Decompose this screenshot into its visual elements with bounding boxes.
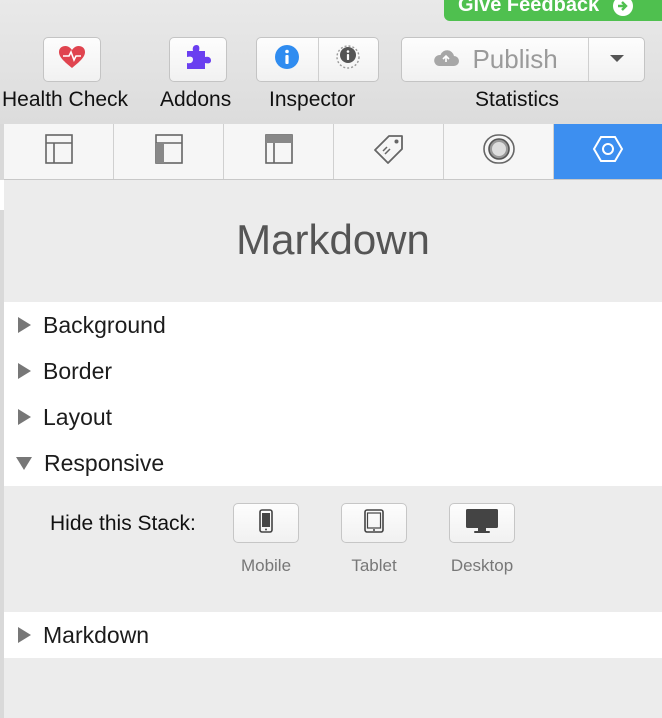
- desktop-monitor-icon: [465, 508, 499, 539]
- circle-target-icon: [482, 134, 515, 169]
- section-background[interactable]: Background: [4, 302, 662, 348]
- chevron-down-icon: [609, 51, 625, 69]
- addons-label: Addons: [160, 88, 232, 111]
- tab-page-layout[interactable]: [4, 124, 114, 179]
- tab-header-layout[interactable]: [224, 124, 334, 179]
- sidebar-layout-icon: [154, 134, 183, 169]
- inspector-detail-button[interactable]: [319, 38, 378, 81]
- hexagon-settings-icon: [592, 135, 624, 168]
- publish-button[interactable]: Publish: [402, 38, 590, 81]
- responsive-panel: Hide this Stack: Mobile Tablet Desktop: [4, 486, 662, 612]
- tag-icon: [372, 133, 406, 170]
- mobile-label: Mobile: [240, 556, 292, 575]
- tab-stack-settings[interactable]: [554, 124, 662, 179]
- health-check-button[interactable]: [43, 37, 101, 82]
- section-border[interactable]: Border: [4, 348, 662, 394]
- hide-mobile-button[interactable]: [233, 503, 299, 543]
- arrow-right-icon: [613, 0, 634, 16]
- tab-sidebar-layout[interactable]: [114, 124, 224, 179]
- section-markdown[interactable]: Markdown: [4, 612, 662, 658]
- section-layout[interactable]: Layout: [4, 394, 662, 440]
- disclosure-triangle-icon: [18, 627, 31, 643]
- disclosure-triangle-icon: [18, 317, 31, 333]
- stack-title: Markdown: [236, 216, 430, 263]
- hide-stack-label: Hide this Stack:: [50, 512, 196, 535]
- publish-control: Publish: [401, 37, 645, 82]
- statistics-label: Statistics: [475, 88, 560, 111]
- section-label: Border: [43, 357, 113, 384]
- desktop-label: Desktop: [450, 556, 514, 575]
- section-label: Responsive: [44, 449, 165, 476]
- cloud-upload-icon: [432, 47, 460, 72]
- disclosure-triangle-icon: [18, 363, 31, 379]
- puzzle-piece-icon: [184, 44, 212, 75]
- section-responsive[interactable]: Responsive: [4, 440, 662, 486]
- publish-label: Publish: [472, 44, 558, 74]
- tab-styles[interactable]: [444, 124, 554, 179]
- hide-tablet-button[interactable]: [341, 503, 407, 543]
- heart-pulse-icon: [58, 45, 86, 74]
- header-layout-icon: [264, 134, 293, 169]
- inspector-label: Inspector: [269, 88, 356, 111]
- mobile-phone-icon: [259, 508, 273, 538]
- section-label: Markdown: [43, 621, 150, 648]
- give-feedback-label: Give Feedback: [458, 0, 600, 16]
- inspector-info-button[interactable]: [257, 38, 319, 81]
- disclosure-triangle-open-icon: [16, 456, 32, 470]
- publish-options-dropdown[interactable]: [589, 38, 644, 81]
- inspector-tab-bar: [4, 124, 662, 180]
- hide-desktop-button[interactable]: [449, 503, 515, 543]
- info-icon: [274, 44, 300, 75]
- toolbar: Give Feedback Health Check Addons Inspec…: [0, 0, 662, 125]
- section-label: Background: [43, 311, 166, 338]
- health-check-label: Health Check: [2, 88, 129, 111]
- section-label: Layout: [43, 403, 113, 430]
- addons-button[interactable]: [169, 37, 227, 82]
- disclosure-triangle-icon: [18, 409, 31, 425]
- give-feedback-button[interactable]: Give Feedback: [444, 0, 662, 21]
- inspector-segmented-control: [256, 37, 379, 82]
- tablet-icon: [364, 508, 384, 538]
- tab-tags[interactable]: [334, 124, 444, 179]
- info-detail-icon: [335, 44, 361, 75]
- page-layout-icon: [44, 134, 73, 169]
- tablet-label: Tablet: [351, 556, 397, 575]
